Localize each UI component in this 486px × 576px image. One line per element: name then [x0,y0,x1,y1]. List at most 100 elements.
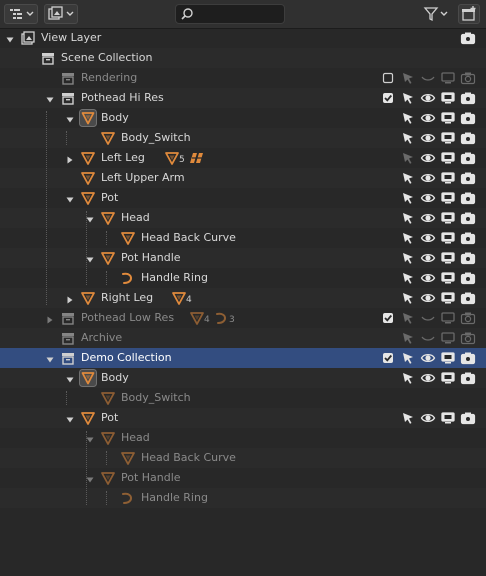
monitor-icon[interactable] [440,110,456,126]
eye-closed-icon[interactable] [420,330,436,346]
tree-row-view-layer[interactable]: View Layer [0,28,486,48]
search-input[interactable] [196,6,284,24]
child-badge-object-icon[interactable] [189,310,205,326]
checkbox-off-icon[interactable] [380,70,396,86]
eye-icon[interactable] [420,230,436,246]
select-icon[interactable] [400,210,416,226]
monitor-icon[interactable] [440,270,456,286]
expand-open-icon[interactable] [66,374,74,383]
expand-closed-icon[interactable] [46,314,54,324]
monitor-icon[interactable] [440,230,456,246]
eye-closed-icon[interactable] [420,70,436,86]
expand-open-icon[interactable] [6,34,14,43]
monitor-icon[interactable] [440,170,456,186]
eye-icon[interactable] [420,190,436,206]
tree-row-pot-handle[interactable]: Pot Handle [0,468,486,488]
tree-row-pothead-hi-res[interactable]: Pothead Hi Res [0,88,486,108]
search-field[interactable] [175,4,285,24]
monitor-icon[interactable] [440,130,456,146]
monitor-icon[interactable] [440,150,456,166]
camera-off-icon[interactable] [460,330,476,346]
tree-row-head-back-curve[interactable]: Head Back Curve [0,448,486,468]
expand-closed-icon[interactable] [66,294,74,304]
camera-icon[interactable] [460,210,476,226]
camera-off-icon[interactable] [460,70,476,86]
monitor-off-icon[interactable] [440,310,456,326]
eye-icon[interactable] [420,110,436,126]
monitor-icon[interactable] [440,350,456,366]
checkbox-on-icon[interactable] [380,90,396,106]
tree-row-body-switch[interactable]: Body_Switch [0,388,486,408]
select-off-icon[interactable] [400,150,416,166]
eye-icon[interactable] [420,130,436,146]
camera-icon[interactable] [460,30,476,46]
eye-closed-icon[interactable] [420,310,436,326]
expand-open-icon[interactable] [86,254,94,263]
expand-open-icon[interactable] [66,194,74,203]
tree-row-pothead-low-res[interactable]: Pothead Low Res 4 3 [0,308,486,328]
select-off-icon[interactable] [400,330,416,346]
tree-row-pot[interactable]: Pot [0,408,486,428]
select-icon[interactable] [400,230,416,246]
checkbox-on-icon[interactable] [380,310,396,326]
select-icon[interactable] [400,90,416,106]
camera-icon[interactable] [460,230,476,246]
select-icon[interactable] [400,250,416,266]
camera-icon[interactable] [460,90,476,106]
select-icon[interactable] [400,170,416,186]
monitor-icon[interactable] [440,250,456,266]
tree-row-handle-ring[interactable]: Handle Ring [0,488,486,508]
expand-open-icon[interactable] [66,414,74,423]
expand-open-icon[interactable] [86,474,94,483]
checkbox-on-icon[interactable] [380,350,396,366]
monitor-off-icon[interactable] [440,330,456,346]
tree-row-pot-handle[interactable]: Pot Handle [0,248,486,268]
select-icon[interactable] [400,370,416,386]
tree-row-left-leg[interactable]: Left Leg 5 [0,148,486,168]
tree-row-head-back-curve[interactable]: Head Back Curve [0,228,486,248]
select-icon[interactable] [400,130,416,146]
select-icon[interactable] [400,270,416,286]
tree-row-head[interactable]: Head [0,428,486,448]
tree-row-head[interactable]: Head [0,208,486,228]
child-badge-object-icon[interactable] [171,290,187,306]
camera-icon[interactable] [460,110,476,126]
filter-button[interactable] [420,4,452,24]
camera-icon[interactable] [460,370,476,386]
camera-icon[interactable] [460,150,476,166]
tree-row-right-leg[interactable]: Right Leg 4 [0,288,486,308]
expand-open-icon[interactable] [46,94,54,103]
monitor-off-icon[interactable] [440,70,456,86]
child-badge-curve-icon[interactable] [214,310,230,326]
monitor-icon[interactable] [440,370,456,386]
eye-icon[interactable] [420,410,436,426]
eye-icon[interactable] [420,290,436,306]
expand-open-icon[interactable] [86,214,94,223]
camera-icon[interactable] [460,170,476,186]
eye-icon[interactable] [420,90,436,106]
select-icon[interactable] [400,190,416,206]
camera-icon[interactable] [460,130,476,146]
monitor-icon[interactable] [440,210,456,226]
eye-icon[interactable] [420,350,436,366]
camera-icon[interactable] [460,270,476,286]
view-options-button[interactable] [44,4,78,24]
child-badge-modifier-icon[interactable] [189,150,205,166]
select-off-icon[interactable] [400,70,416,86]
tree-row-demo-collection[interactable]: Demo Collection [0,348,486,368]
new-collection-button[interactable] [458,4,480,24]
tree-row-body[interactable]: Body [0,108,486,128]
tree-row-archive[interactable]: Archive [0,328,486,348]
tree-row-body-switch[interactable]: Body_Switch [0,128,486,148]
eye-icon[interactable] [420,270,436,286]
display-mode-button[interactable] [4,4,38,24]
eye-icon[interactable] [420,210,436,226]
select-off-icon[interactable] [400,310,416,326]
tree-row-rendering[interactable]: Rendering [0,68,486,88]
camera-icon[interactable] [460,290,476,306]
tree-row-body[interactable]: Body [0,368,486,388]
tree-row-handle-ring[interactable]: Handle Ring [0,268,486,288]
eye-icon[interactable] [420,150,436,166]
tree-row-pot[interactable]: Pot [0,188,486,208]
camera-off-icon[interactable] [460,310,476,326]
